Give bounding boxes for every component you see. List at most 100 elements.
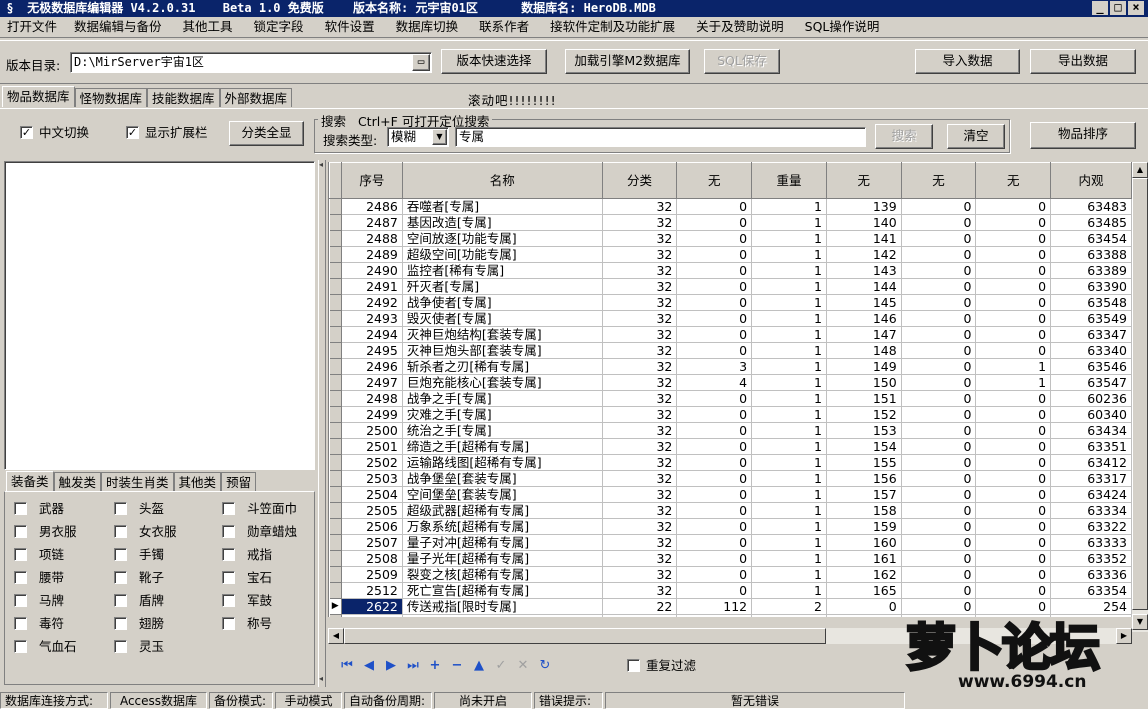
- search-button[interactable]: 搜索: [875, 124, 933, 149]
- cell-seq[interactable]: 2503: [341, 470, 403, 487]
- row-indicator[interactable]: [329, 470, 342, 487]
- cell-looks[interactable]: 63424: [1050, 486, 1132, 503]
- cell-none-4[interactable]: 0: [975, 278, 1052, 295]
- cell-category[interactable]: 22: [602, 598, 678, 615]
- col-weight[interactable]: 重量: [751, 162, 827, 199]
- cell-none-2[interactable]: 157: [826, 486, 902, 503]
- cell-looks[interactable]: 63340: [1050, 342, 1132, 359]
- table-row[interactable]: 2492 战争使者[专属] 32 0 1 145 0 0 63548: [329, 294, 1132, 311]
- cell-none-4[interactable]: 0: [975, 550, 1052, 567]
- cell-none-3[interactable]: 0: [901, 550, 977, 567]
- cell-none-4[interactable]: 0: [975, 502, 1052, 519]
- cell-none-1[interactable]: 0: [676, 518, 753, 535]
- cell-name[interactable]: 战争堡垒[套装专属]: [402, 470, 603, 487]
- cell-none-3[interactable]: 0: [901, 310, 977, 327]
- cell-none-1[interactable]: 0: [676, 438, 753, 455]
- cell-none-1[interactable]: 0: [676, 550, 753, 567]
- cell-none-1[interactable]: 3: [676, 358, 753, 375]
- cell-category[interactable]: 32: [602, 310, 678, 327]
- cell-none-2[interactable]: 155: [826, 454, 902, 471]
- cell-looks[interactable]: 63322: [1050, 518, 1132, 535]
- cell-weight[interactable]: 1: [751, 278, 827, 295]
- cell-seq[interactable]: 2502: [341, 454, 403, 471]
- chevron-down-icon[interactable]: ▼: [432, 129, 447, 145]
- cell-looks[interactable]: 60236: [1050, 390, 1132, 407]
- cell-none-4[interactable]: 0: [975, 438, 1052, 455]
- menu-settings[interactable]: 软件设置: [311, 17, 382, 37]
- panel-splitter[interactable]: ◂ ◂: [318, 160, 326, 687]
- col-none-4[interactable]: 无: [975, 162, 1052, 199]
- cell-none-1[interactable]: 0: [676, 310, 753, 327]
- sort-items-button[interactable]: 物品排序: [1030, 122, 1136, 149]
- tab-reserved[interactable]: 预留: [221, 472, 257, 491]
- cell-none-3[interactable]: 0: [901, 358, 977, 375]
- cell-category[interactable]: 32: [602, 470, 678, 487]
- table-row[interactable]: 2488 空间放逐[功能专属] 32 0 1 141 0 0 63454: [329, 230, 1132, 247]
- splitter-up-arrow[interactable]: ◂: [319, 160, 323, 169]
- cell-none-3[interactable]: 0: [901, 422, 977, 439]
- cell-name[interactable]: 空间堡垒[套装专属]: [402, 486, 603, 503]
- cell-none-3[interactable]: 0: [901, 582, 977, 599]
- search-input[interactable]: 专属: [455, 127, 866, 147]
- cell-seq[interactable]: 2495: [341, 342, 403, 359]
- first-record-icon[interactable]: ⏮: [336, 657, 358, 675]
- row-indicator[interactable]: [329, 342, 342, 359]
- cell-weight[interactable]: 1: [751, 422, 827, 439]
- row-indicator[interactable]: [329, 246, 342, 263]
- row-indicator[interactable]: [329, 374, 342, 391]
- cell-none-3[interactable]: 0: [901, 374, 977, 391]
- cell-none-4[interactable]: 0: [975, 582, 1052, 599]
- cell-weight[interactable]: 1: [751, 502, 827, 519]
- cell-category[interactable]: 32: [602, 246, 678, 263]
- scroll-up-arrow[interactable]: ▲: [1132, 162, 1148, 178]
- cell-looks[interactable]: 63333: [1050, 534, 1132, 551]
- cell-seq[interactable]: 2488: [341, 230, 403, 247]
- close-button[interactable]: ×: [1128, 1, 1144, 15]
- table-row[interactable]: 2506 万象系统[超稀有专属] 32 0 1 159 0 0 63322: [329, 518, 1132, 535]
- next-record-icon[interactable]: ▶: [380, 657, 402, 675]
- cell-category[interactable]: 32: [602, 582, 678, 599]
- category-checkbox[interactable]: 靴子: [114, 571, 164, 585]
- cell-name[interactable]: 吞噬者[专属]: [402, 198, 603, 215]
- cell-weight[interactable]: 1: [751, 454, 827, 471]
- cell-none-1[interactable]: 0: [676, 214, 753, 231]
- cell-none-1[interactable]: 0: [676, 422, 753, 439]
- cell-seq[interactable]: 2622: [341, 598, 403, 615]
- splitter-down-arrow[interactable]: ◂: [319, 674, 323, 683]
- cell-name[interactable]: 灭神巨炮结构[套装专属]: [402, 326, 603, 343]
- cell-none-4[interactable]: 0: [975, 518, 1052, 535]
- cell-none-3[interactable]: 0: [901, 214, 977, 231]
- cell-none-2[interactable]: 140: [826, 214, 902, 231]
- cell-none-2[interactable]: 153: [826, 422, 902, 439]
- cell-looks[interactable]: 63483: [1050, 198, 1132, 215]
- cell-none-2[interactable]: 161: [826, 550, 902, 567]
- cell-seq[interactable]: 2487: [341, 214, 403, 231]
- cell-looks[interactable]: 63352: [1050, 550, 1132, 567]
- table-row[interactable]: 2503 战争堡垒[套装专属] 32 0 1 156 0 0 63317: [329, 470, 1132, 487]
- category-checkbox[interactable]: 气血石: [14, 640, 77, 654]
- col-looks[interactable]: 内观: [1050, 162, 1132, 199]
- cell-none-4[interactable]: 0: [975, 342, 1052, 359]
- cell-category[interactable]: 32: [602, 342, 678, 359]
- cell-none-4[interactable]: 1: [975, 358, 1052, 375]
- item-list-box[interactable]: [4, 161, 315, 470]
- cell-none-2[interactable]: 150: [826, 374, 902, 391]
- export-button[interactable]: 导出数据: [1030, 49, 1136, 74]
- last-record-icon[interactable]: ⏭: [402, 657, 424, 675]
- category-checkbox[interactable]: 项链: [14, 548, 64, 562]
- cell-none-2[interactable]: 159: [826, 518, 902, 535]
- dir-input[interactable]: D:\MirServer宇宙1区 ▭: [70, 52, 432, 73]
- cell-none-3[interactable]: 0: [901, 278, 977, 295]
- cell-name[interactable]: 灭神巨炮头部[套装专属]: [402, 342, 603, 359]
- cell-none-2[interactable]: 143: [826, 262, 902, 279]
- row-indicator[interactable]: [329, 582, 342, 599]
- col-seq[interactable]: 序号: [340, 162, 403, 199]
- cell-none-4[interactable]: 0: [975, 198, 1052, 215]
- cell-none-2[interactable]: 147: [826, 326, 902, 343]
- table-row[interactable]: 2487 基因改造[专属] 32 0 1 140 0 0 63485: [329, 214, 1132, 231]
- category-checkbox[interactable]: 称号: [222, 617, 272, 631]
- table-row[interactable]: 2504 空间堡垒[套装专属] 32 0 1 157 0 0 63424: [329, 486, 1132, 503]
- row-indicator[interactable]: [329, 262, 342, 279]
- cell-name[interactable]: 死亡宣告[超稀有专属]: [402, 582, 603, 599]
- cell-name[interactable]: 巨炮充能核心[套装专属]: [402, 374, 603, 391]
